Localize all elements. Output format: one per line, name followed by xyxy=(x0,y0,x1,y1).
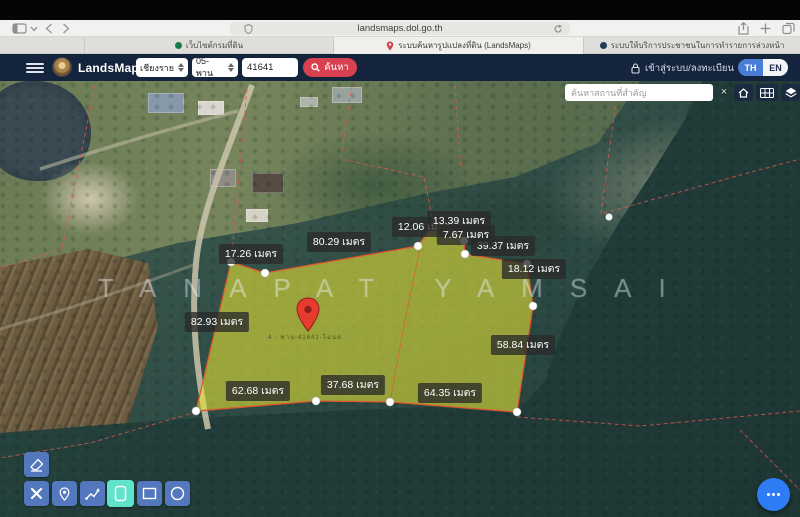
search-button-label: ค้นหา xyxy=(324,60,348,75)
tab-overview-icon[interactable] xyxy=(782,22,795,35)
clear-search-icon[interactable]: × xyxy=(718,84,730,101)
watermark-text: TANAPAT YAMSAI xyxy=(98,273,693,304)
measure-label: 7.67 เมตร xyxy=(437,225,495,245)
marker-tool-button[interactable] xyxy=(52,481,77,506)
tab2-pin-favicon xyxy=(386,41,394,51)
tab1-favicon xyxy=(175,42,182,49)
share-icon[interactable] xyxy=(738,22,749,35)
tab3-favicon xyxy=(600,42,607,49)
ellipsis-dot xyxy=(772,493,775,496)
measure-label: 82.93 เมตร xyxy=(185,312,249,332)
browser-toolbar: landsmaps.dol.go.th xyxy=(0,20,800,37)
tab1-label: เว็บไซต์กรมที่ดิน xyxy=(186,39,243,52)
measure-label: 80.29 เมตร xyxy=(307,232,371,252)
rectangle-vertical-icon xyxy=(114,485,127,502)
lang-en-button[interactable]: EN xyxy=(763,59,788,76)
tab3-label: ระบบให้บริการประชาชนในการทำรายการล่วงหน้… xyxy=(611,39,785,52)
home-extent-button[interactable] xyxy=(734,84,753,101)
chevron-down-icon[interactable] xyxy=(30,26,38,32)
draw-rectangle-tool-button[interactable] xyxy=(137,481,162,506)
draw-circle-tool-button[interactable] xyxy=(165,481,190,506)
parcel-caption: 4 - พาน-41641-โฉนด xyxy=(268,332,342,342)
grid-icon xyxy=(760,88,774,98)
refresh-icon[interactable] xyxy=(553,24,563,34)
rectangle-icon xyxy=(142,487,157,500)
new-tab-plus-icon[interactable] xyxy=(760,23,771,34)
satellite-map[interactable]: TANAPAT YAMSAI 4 - พาน-41641-โฉนด 17.26 … xyxy=(0,81,800,517)
back-icon[interactable] xyxy=(45,23,53,34)
map-white-dot xyxy=(606,214,613,221)
select-stepper-icon xyxy=(224,63,234,72)
parcel-number-input[interactable] xyxy=(242,58,298,77)
home-icon xyxy=(738,88,749,98)
search-button[interactable]: ค้นหา xyxy=(303,58,357,77)
window-top-strip xyxy=(0,0,800,20)
lock-icon xyxy=(631,63,640,74)
layers-icon xyxy=(785,87,797,98)
clear-draw-tool-button[interactable] xyxy=(24,481,49,506)
pin-outline-icon xyxy=(59,487,70,501)
measure-label: 17.26 เมตร xyxy=(219,244,283,264)
place-search-input[interactable] xyxy=(565,84,713,101)
more-actions-fab[interactable] xyxy=(757,478,790,511)
grid-table-button[interactable] xyxy=(756,84,778,101)
tab-landsmaps[interactable]: ระบบค้นหารูปแปลงที่ดิน (LandsMaps) xyxy=(333,37,583,54)
eraser-icon xyxy=(29,458,44,472)
tab2-label: ระบบค้นหารูปแปลงที่ดิน (LandsMaps) xyxy=(398,39,531,52)
layers-button[interactable] xyxy=(781,84,800,101)
address-bar[interactable]: landsmaps.dol.go.th xyxy=(230,22,570,35)
search-icon xyxy=(311,63,320,72)
browser-window: landsmaps.dol.go.th เว็บไซต์กรมที่ดิน ระ… xyxy=(0,0,800,517)
dol-logo xyxy=(52,57,72,77)
x-icon xyxy=(30,487,43,500)
circle-icon xyxy=(170,486,185,501)
road-branch xyxy=(40,111,238,169)
tab-dol-website[interactable]: เว็บไซต์กรมที่ดิน xyxy=(84,37,333,54)
login-register-link[interactable]: เข้าสู่ระบบ/ลงทะเบียน xyxy=(631,61,734,76)
district-value: 05-พาน xyxy=(196,56,224,80)
tab-eservice[interactable]: ระบบให้บริการประชาชนในการทำรายการล่วงหน้… xyxy=(583,37,800,54)
measure-label: 37.68 เมตร xyxy=(321,375,385,395)
province-value: เชียงราย xyxy=(140,61,174,75)
forward-icon[interactable] xyxy=(62,23,70,34)
polyline-icon xyxy=(85,487,100,500)
language-toggle: TH EN xyxy=(738,59,788,76)
login-label: เข้าสู่ระบบ/ลงทะเบียน xyxy=(645,61,734,76)
privacy-shield-icon xyxy=(244,24,253,34)
landsmaps-appbar: LandsMaps เชียงราย 05-พาน ค้นหา เข้าสู่ร… xyxy=(0,54,800,81)
eraser-tool-button[interactable] xyxy=(24,452,49,477)
sidebar-toggle-icon[interactable] xyxy=(12,23,27,34)
ellipsis-dot xyxy=(777,493,780,496)
province-select[interactable]: เชียงราย xyxy=(136,58,188,77)
measure-label: 18.12 เมตร xyxy=(502,259,566,279)
menu-hamburger-icon[interactable] xyxy=(26,63,44,73)
select-stepper-icon xyxy=(174,63,184,72)
ellipsis-dot xyxy=(767,493,770,496)
lang-th-button[interactable]: TH xyxy=(738,59,763,76)
measure-label: 62.68 เมตร xyxy=(226,381,290,401)
measure-label: 64.35 เมตร xyxy=(418,383,482,403)
district-select[interactable]: 05-พาน xyxy=(192,58,238,77)
measure-label: 58.84 เมตร xyxy=(491,335,555,355)
draw-polygon-tool-button[interactable] xyxy=(107,480,134,507)
url-text: landsmaps.dol.go.th xyxy=(357,22,442,35)
measure-line-tool-button[interactable] xyxy=(80,481,105,506)
tab-strip: เว็บไซต์กรมที่ดิน ระบบค้นหารูปแปลงที่ดิน… xyxy=(0,37,800,54)
